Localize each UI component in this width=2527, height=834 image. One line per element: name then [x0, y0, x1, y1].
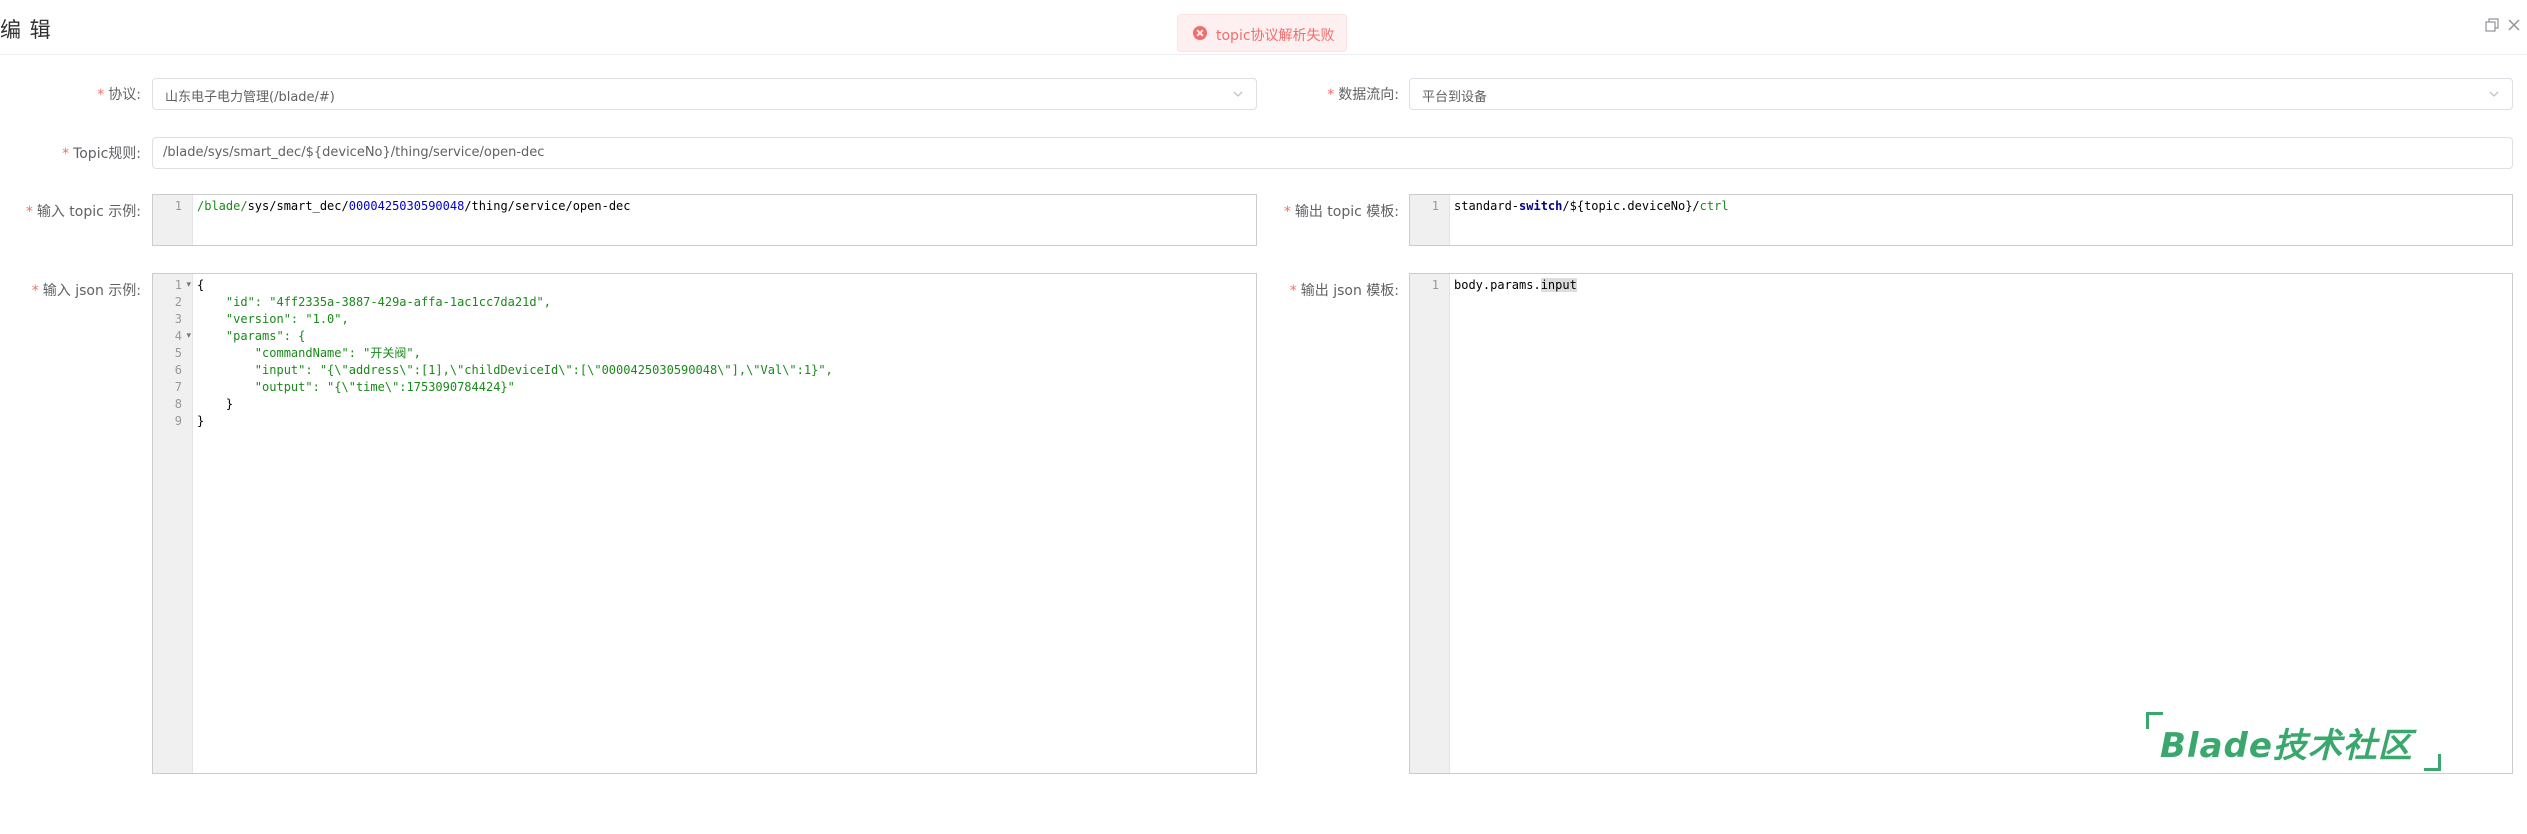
watermark-text: Blade技术社区	[2160, 726, 2413, 766]
line-number: 6	[174, 363, 182, 377]
code-line: }	[197, 414, 205, 428]
dialog-title: 编 辑	[0, 18, 52, 42]
chevron-down-icon	[2489, 91, 2499, 97]
data-direction-label: * 数据流向:	[1327, 87, 1399, 103]
fold-arrow-icon[interactable]: ▾	[186, 277, 191, 294]
editor-gutter: 1	[1410, 195, 1450, 245]
output-topic-template-label: * 输出 topic 模板:	[1283, 204, 1399, 220]
line-number: 5	[174, 346, 182, 360]
line-number: 9	[174, 414, 182, 428]
output-topic-editor[interactable]: 1 standard-switch/${topic.deviceNo}/ctrl	[1409, 194, 2513, 246]
code-line: /blade/sys/smart_dec/0000425030590048/th…	[197, 199, 631, 213]
input-topic-example-label: * 输入 topic 示例:	[25, 204, 141, 220]
code-line: "input": "{\"address\":[1],\"childDevice…	[197, 363, 833, 377]
line-number: 1	[174, 278, 182, 292]
protocol-label: * 协议:	[97, 87, 141, 103]
edit-dialog: 编 辑 topic协议解析失败 * 协议: 山东电子电力管理(/blade/#) …	[0, 0, 2527, 834]
error-toast: topic协议解析失败	[1177, 14, 1347, 52]
code-line: }	[197, 397, 234, 411]
output-json-template-label: * 输出 json 模板:	[1289, 283, 1399, 299]
chevron-down-icon	[1233, 91, 1243, 97]
code-line: "commandName": "开关阀",	[197, 346, 421, 360]
line-number: 8	[174, 397, 182, 411]
line-number: 4	[174, 329, 182, 343]
protocol-select-value: 山东电子电力管理(/blade/#)	[165, 90, 335, 105]
error-circle-icon	[1193, 26, 1207, 40]
input-json-editor[interactable]: 1 ▾ 2 3 4 ▾ 5 6 7 8 9 { "id": "4ff2335a-…	[152, 273, 1257, 774]
topic-rule-label: * Topic规则:	[62, 146, 141, 162]
code-line: "id": "4ff2335a-3887-429a-affa-1ac1cc7da…	[197, 295, 552, 309]
editor-gutter: 1	[1410, 274, 1450, 773]
line-number: 7	[174, 380, 182, 394]
line-number: 2	[174, 295, 182, 309]
blade-community-watermark: Blade技术社区	[2138, 706, 2446, 776]
data-direction-select-value: 平台到设备	[1422, 90, 1488, 105]
protocol-select[interactable]: 山东电子电力管理(/blade/#)	[152, 78, 1257, 110]
topic-rule-value: /blade/sys/smart_dec/${deviceNo}/thing/s…	[163, 145, 545, 160]
line-number: 3	[174, 312, 182, 326]
input-json-example-label: * 输入 json 示例:	[31, 283, 141, 299]
toast-message: topic协议解析失败	[1216, 28, 1335, 44]
code-line: "params": {	[197, 329, 306, 343]
line-number: 1	[1431, 199, 1439, 213]
maximize-icon[interactable]	[2484, 17, 2502, 35]
code-line: {	[197, 278, 205, 292]
line-number: 1	[1431, 278, 1439, 292]
editor-gutter: 1 ▾ 2 3 4 ▾ 5 6 7 8 9	[153, 274, 193, 773]
output-json-editor[interactable]: 1 body.params.input	[1409, 273, 2513, 774]
close-icon[interactable]	[2506, 17, 2524, 35]
code-line: body.params.input	[1454, 278, 1577, 292]
line-number: 1	[174, 199, 182, 213]
data-direction-select[interactable]: 平台到设备	[1409, 78, 2513, 110]
code-line: standard-switch/${topic.deviceNo}/ctrl	[1454, 199, 1729, 213]
fold-arrow-icon[interactable]: ▾	[186, 328, 191, 345]
editor-gutter: 1	[153, 195, 193, 245]
topic-rule-input[interactable]: /blade/sys/smart_dec/${deviceNo}/thing/s…	[152, 137, 2513, 169]
code-line: "version": "1.0",	[197, 312, 349, 326]
code-line: "output": "{\"time\":1753090784424}"	[197, 380, 515, 394]
input-topic-editor[interactable]: 1 /blade/sys/smart_dec/0000425030590048/…	[152, 194, 1257, 246]
